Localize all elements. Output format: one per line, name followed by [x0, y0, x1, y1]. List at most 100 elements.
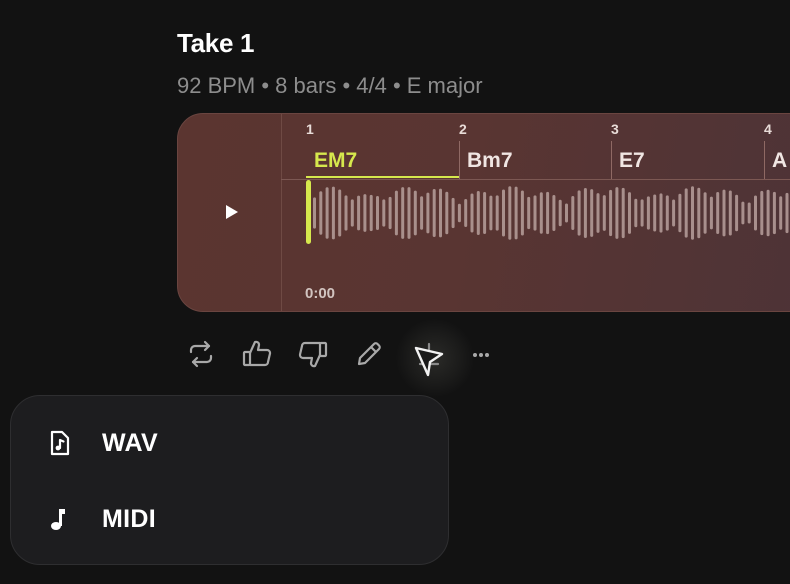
bar-number: 1: [306, 121, 314, 137]
waveform-bar: [684, 188, 688, 238]
waveform-bar: [527, 196, 531, 230]
mouse-cursor-icon: [414, 346, 444, 377]
waveform-bar: [766, 189, 770, 237]
waveform-bar: [596, 193, 600, 233]
play-button[interactable]: [221, 202, 241, 222]
waveform-bar: [508, 186, 512, 240]
waveform-bar: [533, 195, 537, 231]
waveform-bar: [420, 196, 424, 230]
more-options-button[interactable]: [467, 338, 499, 370]
waveform-bar: [344, 195, 348, 231]
more-icon: [473, 353, 489, 357]
waveform-bar: [602, 195, 606, 231]
export-midi-option[interactable]: MIDI: [11, 490, 448, 546]
waveform-bar: [615, 187, 619, 239]
waveform-bar: [609, 189, 613, 237]
waveform-bar: [401, 187, 405, 239]
waveform-bar: [640, 199, 644, 227]
waveform-bar: [741, 201, 745, 225]
waveform-bar: [363, 194, 367, 232]
export-menu: WAV MIDI: [10, 395, 449, 565]
thumbs-down-icon: [298, 341, 328, 368]
play-zone: [178, 114, 282, 311]
waveform-bar: [735, 194, 739, 232]
waveform-bar: [514, 186, 518, 240]
waveform-bar: [457, 203, 461, 223]
export-wav-option[interactable]: WAV: [11, 414, 448, 470]
waveform-bar: [728, 190, 732, 236]
waveform-bar: [439, 188, 442, 238]
thumbs-up-icon: [242, 340, 272, 367]
edit-button[interactable]: [353, 338, 385, 370]
waveform-bar: [709, 196, 713, 230]
waveform-bar: [785, 192, 789, 234]
waveform-bar: [583, 187, 587, 239]
waveform-bar: [520, 190, 524, 236]
waveform-bar: [539, 192, 543, 234]
waveform-bar: [464, 198, 468, 228]
waveform-bar: [546, 191, 550, 235]
waveform-bar: [703, 192, 707, 234]
time-readout: 0:00: [305, 285, 336, 302]
waveform-bar: [565, 203, 568, 223]
playhead[interactable]: [306, 180, 311, 244]
like-button[interactable]: [241, 338, 273, 370]
menu-item-label: MIDI: [102, 505, 156, 533]
menu-item-label: WAV: [102, 429, 158, 457]
chord-segment[interactable]: Bm7: [459, 146, 611, 178]
waveform-bar: [634, 198, 638, 228]
waveform-bar: [672, 199, 676, 227]
waveform-bar: [502, 189, 505, 237]
waveform-bar: [590, 189, 594, 237]
waveform-bar: [571, 195, 575, 231]
waveform-bar: [357, 195, 361, 231]
waveform-bar: [319, 191, 323, 235]
waveform-bar: [476, 191, 480, 235]
waveform-bar: [760, 190, 764, 236]
waveform-bar: [407, 187, 411, 239]
waveform-bar: [716, 191, 720, 235]
waveform-bar: [697, 187, 701, 239]
audio-file-icon: [50, 430, 70, 456]
waveform[interactable]: [281, 180, 790, 250]
waveform-bar: [376, 195, 379, 231]
waveform-bar: [426, 192, 430, 234]
waveform-bar: [331, 186, 335, 240]
waveform-bar: [678, 193, 682, 233]
waveform-bar: [313, 197, 316, 229]
chord-segment[interactable]: E7: [611, 146, 764, 178]
waveform-bar: [495, 195, 499, 231]
bar-number: 3: [611, 121, 619, 137]
waveform-bar: [369, 194, 373, 232]
dislike-button[interactable]: [297, 338, 329, 370]
music-note-icon: [51, 509, 65, 530]
waveform-bar: [772, 191, 776, 235]
repeat-icon: [189, 340, 213, 368]
waveform-bar: [722, 189, 726, 237]
waveform-bar: [646, 196, 650, 230]
waveform-bar: [413, 190, 417, 236]
waveform-bar: [445, 191, 449, 235]
waveform-bar: [350, 199, 354, 227]
waveform-bar: [754, 195, 757, 231]
waveform-bar: [691, 186, 694, 240]
waveform-bar: [394, 190, 398, 236]
play-icon: [226, 205, 238, 219]
waveform-bar: [338, 189, 342, 237]
bar-number: 4: [764, 121, 772, 137]
waveform-bar: [489, 195, 493, 231]
waveform-bar: [552, 194, 556, 232]
waveform-bar: [659, 193, 663, 233]
waveform-bar: [779, 196, 783, 230]
take-metadata: 92 BPM • 8 bars • 4/4 • E major: [177, 73, 483, 98]
waveform-bar: [382, 199, 386, 227]
chord-segment[interactable]: A: [764, 146, 790, 178]
waveform-bar: [747, 202, 751, 224]
waveform-bar: [558, 199, 562, 227]
waveform-bar: [653, 194, 657, 232]
chord-segment-active[interactable]: EM7: [306, 146, 459, 178]
loop-button[interactable]: [185, 338, 217, 370]
take-title: Take 1: [177, 28, 255, 58]
waveform-bar: [470, 193, 474, 233]
bar-number: 2: [459, 121, 467, 137]
